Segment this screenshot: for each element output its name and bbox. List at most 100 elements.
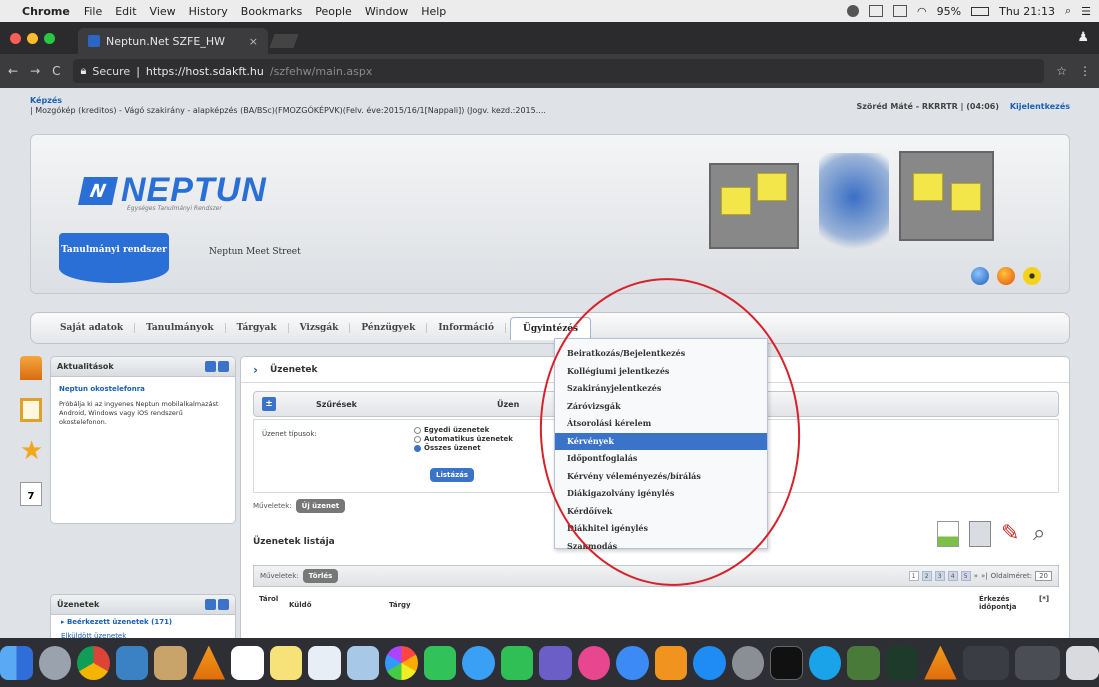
chrome-menu-icon[interactable]: ⋮ xyxy=(1079,64,1091,78)
calendar-icon[interactable]: 7 xyxy=(20,482,42,506)
news-headline[interactable]: Neptun okostelefonra xyxy=(59,385,227,394)
launchpad-icon[interactable] xyxy=(38,645,72,680)
skype-icon[interactable] xyxy=(808,645,842,680)
sidebar-item-inbox[interactable]: ▸ Beérkezett üzenetek (171) xyxy=(51,615,235,629)
itunes-icon[interactable] xyxy=(577,645,611,680)
calendar-app-icon[interactable] xyxy=(231,645,264,680)
menu-file[interactable]: File xyxy=(84,5,102,18)
menu-item-zarovizsgak[interactable]: Záróvizsgák xyxy=(555,398,767,416)
system-preferences-icon[interactable] xyxy=(731,645,765,680)
new-tab-button[interactable] xyxy=(269,34,299,48)
globe-icon[interactable] xyxy=(971,267,989,285)
nav-vizsgak[interactable]: Vizsgák xyxy=(289,323,351,333)
menu-item-idopontfoglalas[interactable]: Időpontfoglalás xyxy=(555,450,767,468)
menu-view[interactable]: View xyxy=(150,5,176,18)
last-page-icon[interactable]: »| xyxy=(981,572,988,580)
nav-informacio[interactable]: Információ xyxy=(427,323,506,333)
facetime-icon[interactable] xyxy=(423,645,457,680)
game-app-icon[interactable] xyxy=(847,645,880,680)
close-panel-icon[interactable] xyxy=(218,361,229,372)
menu-bookmarks[interactable]: Bookmarks xyxy=(241,5,302,18)
clock[interactable]: Thu 21:13 xyxy=(999,5,1055,18)
vlc-icon[interactable] xyxy=(192,645,226,680)
finder-icon[interactable] xyxy=(0,645,33,680)
activity-monitor-icon[interactable] xyxy=(885,645,919,680)
facetime-camera-icon[interactable] xyxy=(500,645,534,680)
menu-item-szakmodas[interactable]: Szakmodás xyxy=(555,538,767,556)
collapse-icon[interactable]: ± xyxy=(262,397,276,411)
page-4[interactable]: 4 xyxy=(947,571,958,581)
menu-item-beiratkozas[interactable]: Beiratkozás/Bejelentkezés xyxy=(555,345,767,363)
menu-item-kerdoivek[interactable]: Kérdőívek xyxy=(555,503,767,521)
export-icon[interactable] xyxy=(937,521,959,547)
vlc-player-icon[interactable] xyxy=(924,645,957,680)
window-thumbnail-icon[interactable] xyxy=(962,645,1009,680)
menu-people[interactable]: People xyxy=(315,5,352,18)
chrome-icon[interactable] xyxy=(77,645,110,680)
reload-icon[interactable]: C xyxy=(52,64,60,78)
menu-edit[interactable]: Edit xyxy=(115,5,136,18)
menu-history[interactable]: History xyxy=(189,5,228,18)
screen-icon[interactable] xyxy=(539,645,572,680)
next-page-icon[interactable]: » xyxy=(974,572,978,580)
photos-icon[interactable] xyxy=(385,645,418,680)
wifi-icon[interactable]: ◠ xyxy=(917,5,927,18)
messages-icon[interactable] xyxy=(462,645,495,680)
page-size-select[interactable]: 20 xyxy=(1035,571,1052,581)
new-message-button[interactable]: Új üzenet xyxy=(295,499,346,513)
status-app-icon[interactable] xyxy=(847,5,860,17)
refresh-icon[interactable] xyxy=(205,361,216,372)
profile-icon[interactable]: ♟ xyxy=(1077,30,1089,45)
menu-app-chrome[interactable]: Chrome xyxy=(22,5,70,18)
delete-button[interactable]: Törlés xyxy=(302,569,339,583)
sidebar-item-sent[interactable]: Elküldött üzenetek xyxy=(51,629,235,638)
status-sync-icon[interactable] xyxy=(869,5,884,17)
bookmark-star-icon[interactable]: ☆ xyxy=(1056,64,1067,78)
menu-item-diakhitel[interactable]: Diákhitel igénylés xyxy=(555,520,767,538)
menu-item-kerveny-velemenyezes[interactable]: Kérvény véleményezés/bírálás xyxy=(555,468,767,486)
battery-icon[interactable] xyxy=(971,6,990,16)
menu-window[interactable]: Window xyxy=(365,5,408,18)
app-store-icon[interactable] xyxy=(693,645,726,680)
nav-targyak[interactable]: Tárgyak xyxy=(226,323,289,333)
photos-app-icon[interactable] xyxy=(346,645,380,680)
col-sender[interactable]: Küldő xyxy=(289,595,389,615)
column-chooser-icon[interactable]: [*] xyxy=(1039,595,1053,615)
notification-center-icon[interactable]: ☰ xyxy=(1081,5,1091,18)
menu-help[interactable]: Help xyxy=(421,5,446,18)
forward-icon[interactable]: → xyxy=(30,64,40,78)
status-display-icon[interactable] xyxy=(893,5,908,17)
documents-icon[interactable] xyxy=(308,645,341,680)
menu-item-atsorolasi[interactable]: Átsorolási kérelem xyxy=(555,415,767,433)
magnifier-icon[interactable]: ⌕ xyxy=(1033,521,1055,547)
music-icon[interactable] xyxy=(616,645,649,680)
terminal-icon[interactable] xyxy=(770,645,803,680)
browser-tab[interactable]: Neptun.Net SZFE_HW × xyxy=(78,28,268,54)
col-date[interactable]: Érkezés időpontja xyxy=(979,595,1039,615)
nav-ugyintezes[interactable]: Ügyintézés xyxy=(509,316,592,340)
list-button[interactable]: Listázás xyxy=(430,468,475,482)
spotlight-icon[interactable]: ⌕ xyxy=(1065,4,1071,18)
radio-egyedi[interactable]: Egyedi üzenetek xyxy=(414,426,513,435)
ibooks-icon[interactable] xyxy=(654,645,688,680)
nav-penzugyek[interactable]: Pénzügyek xyxy=(350,323,428,333)
archive-icon[interactable] xyxy=(154,645,187,680)
back-icon[interactable]: ← xyxy=(8,64,18,78)
trash-icon[interactable] xyxy=(1066,645,1099,680)
menu-item-szakirany[interactable]: Szakirányjelentkezés xyxy=(555,380,767,398)
page-2[interactable]: 2 xyxy=(921,571,932,581)
page-1[interactable]: 1 xyxy=(908,571,919,581)
menu-item-kollegiumi[interactable]: Kollégiumi jelentkezés xyxy=(555,363,767,381)
page-5[interactable]: 5 xyxy=(960,571,971,581)
letter-a-icon[interactable] xyxy=(20,356,42,380)
close-tab-icon[interactable]: × xyxy=(249,35,258,48)
menu-item-diakigazolvany[interactable]: Diákigazolvány igénylés xyxy=(555,485,767,503)
print-icon[interactable] xyxy=(969,521,991,547)
radiation-icon[interactable] xyxy=(1023,267,1041,285)
refresh-icon[interactable] xyxy=(205,599,216,610)
notes-icon[interactable] xyxy=(269,645,303,680)
window-thumbnail-2-icon[interactable] xyxy=(1014,645,1061,680)
zoom-window-button[interactable] xyxy=(44,33,55,44)
col-subject[interactable]: Tárgy xyxy=(389,595,979,615)
tab-meet-street[interactable]: Neptun Meet Street xyxy=(209,247,301,257)
